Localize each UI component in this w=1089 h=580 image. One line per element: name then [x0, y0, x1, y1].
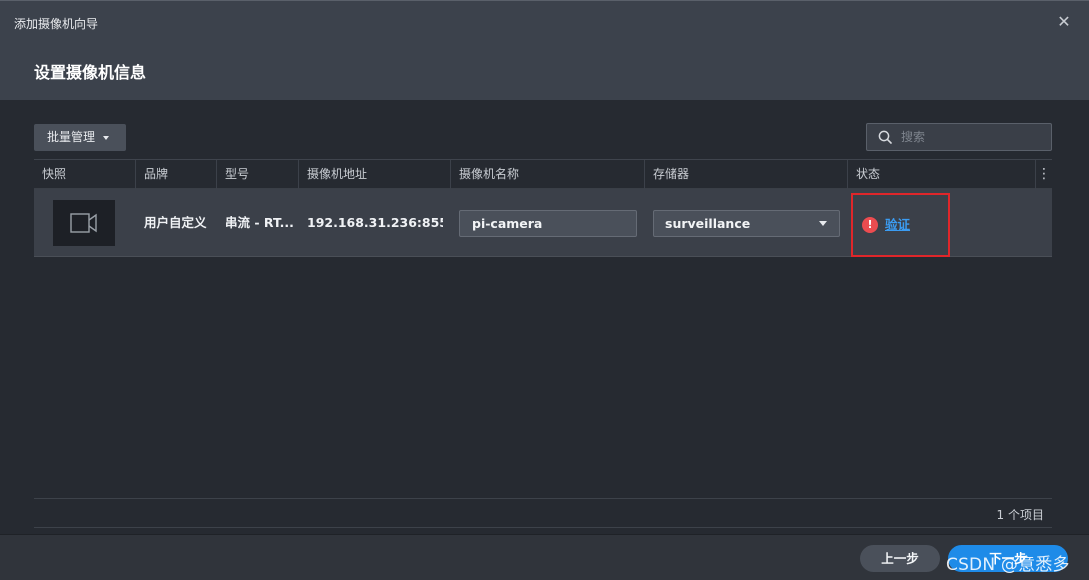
- column-snapshot[interactable]: 快照: [34, 160, 135, 189]
- chevron-down-icon: [819, 221, 827, 226]
- snapshot-thumbnail: [53, 200, 115, 246]
- address-cell: 192.168.31.236:8554/: [307, 215, 443, 230]
- storage-value: surveillance: [665, 216, 751, 231]
- more-columns-icon[interactable]: ⋮: [1035, 160, 1052, 189]
- column-model[interactable]: 型号: [216, 160, 298, 189]
- video-camera-icon: [70, 213, 97, 233]
- warning-icon: !: [862, 217, 878, 233]
- batch-manage-button[interactable]: 批量管理: [34, 124, 126, 151]
- column-name[interactable]: 摄像机名称: [450, 160, 644, 189]
- camera-table: 快照 品牌 型号 摄像机地址 摄像机名称 存储器 状态 ⋮ 用户自定义 串流 -…: [34, 159, 1052, 257]
- step-title: 设置摄像机信息: [34, 63, 147, 82]
- verify-link[interactable]: 验证: [885, 216, 910, 234]
- prev-step-button[interactable]: 上一步: [860, 545, 940, 572]
- status-highlight: ! 验证: [851, 193, 950, 257]
- storage-select[interactable]: surveillance: [653, 210, 840, 237]
- dialog-content: 批量管理 快照 品牌 型号 摄像机地址 摄像机名称 存储器 状态 ⋮: [0, 100, 1089, 534]
- batch-manage-label: 批量管理: [47, 130, 96, 144]
- brand-cell: 用户自定义: [144, 215, 207, 230]
- search-input[interactable]: [901, 127, 1047, 147]
- divider: [34, 527, 1052, 528]
- column-brand[interactable]: 品牌: [135, 160, 216, 189]
- model-cell: 串流 - RT...: [225, 215, 293, 230]
- dialog-header: 添加摄像机向导 ✕ 设置摄像机信息: [0, 0, 1089, 100]
- close-icon[interactable]: ✕: [1055, 13, 1073, 31]
- table-row[interactable]: 用户自定义 串流 - RT... 192.168.31.236:8554/ pi…: [34, 189, 1052, 257]
- window-title: 添加摄像机向导: [14, 17, 99, 31]
- column-status[interactable]: 状态: [847, 160, 1035, 189]
- camera-name-input[interactable]: pi-camera: [459, 210, 637, 237]
- caret-down-icon: [103, 136, 109, 140]
- dialog-footer: 上一步 下一步: [0, 534, 1089, 580]
- table-header: 快照 品牌 型号 摄像机地址 摄像机名称 存储器 状态 ⋮: [34, 159, 1052, 189]
- column-storage[interactable]: 存储器: [644, 160, 847, 189]
- item-count: 1 个项目: [996, 508, 1044, 522]
- search-box[interactable]: [866, 123, 1052, 151]
- search-icon: [878, 130, 892, 144]
- divider: [34, 498, 1052, 499]
- watermark-text: CSDN @意悉多: [946, 555, 1070, 575]
- column-address[interactable]: 摄像机地址: [298, 160, 450, 189]
